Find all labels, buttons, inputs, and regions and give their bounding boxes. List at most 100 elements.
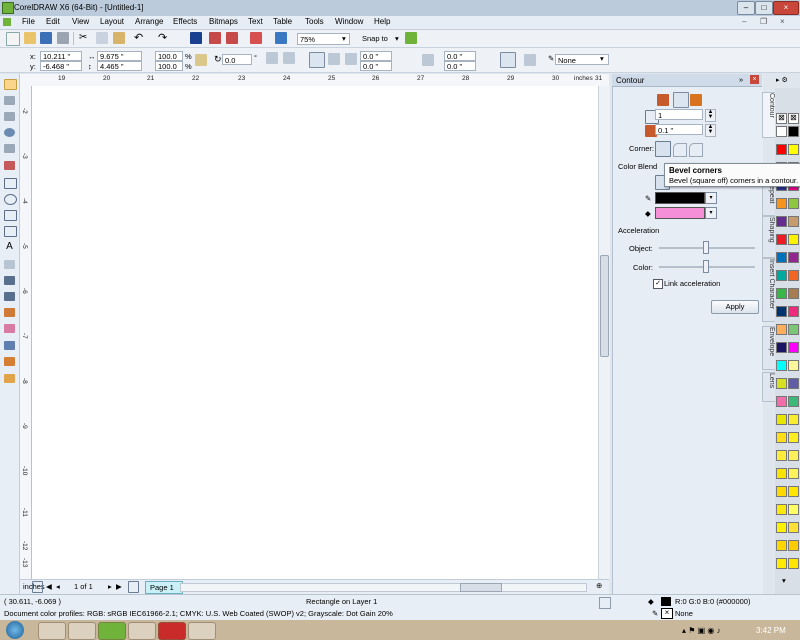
page-tab[interactable]: Page 1 bbox=[145, 581, 183, 594]
contour-steps-field[interactable]: 1 bbox=[655, 109, 703, 120]
vertical-scroll-thumb[interactable] bbox=[600, 255, 609, 357]
palette-swatch[interactable] bbox=[788, 306, 799, 317]
snap-to-dropdown[interactable]: Snap to bbox=[362, 34, 388, 43]
palette-swatch[interactable] bbox=[776, 522, 787, 533]
color-slider-thumb[interactable] bbox=[703, 260, 709, 273]
eyedropper-tool-icon[interactable] bbox=[4, 341, 15, 350]
export-icon[interactable] bbox=[226, 32, 238, 44]
next-page-icon[interactable]: ▸ bbox=[108, 582, 112, 591]
first-page-icon[interactable] bbox=[32, 581, 43, 593]
tab-shaping[interactable]: Shaping bbox=[762, 216, 776, 258]
palette-swatch[interactable] bbox=[788, 270, 799, 281]
menu-restore-icon[interactable]: ❐ bbox=[760, 17, 767, 26]
mirror-horizontal-icon[interactable] bbox=[266, 52, 278, 64]
palette-swatch[interactable] bbox=[776, 396, 787, 407]
scale-y-field[interactable]: 100.0 bbox=[155, 61, 183, 71]
palette-swatch[interactable] bbox=[788, 360, 799, 371]
tab-contour[interactable]: Contour bbox=[762, 92, 776, 138]
green-app-taskbar-icon[interactable] bbox=[188, 622, 216, 640]
outline-tool-icon[interactable] bbox=[4, 357, 15, 366]
inside-contour-icon[interactable] bbox=[673, 92, 689, 108]
palette-swatch[interactable] bbox=[788, 558, 799, 569]
height-field[interactable]: 4.465 " bbox=[97, 61, 142, 71]
y-position-field[interactable]: -6.468 " bbox=[40, 61, 82, 71]
connector-tool-icon[interactable] bbox=[4, 292, 15, 301]
pdf-taskbar-icon[interactable] bbox=[158, 622, 186, 640]
menu-edit[interactable]: Edit bbox=[46, 17, 60, 26]
palette-swatch[interactable] bbox=[776, 504, 787, 515]
palette-swatch[interactable] bbox=[776, 558, 787, 569]
application-launcher-icon[interactable] bbox=[250, 32, 262, 44]
palette-swatch[interactable] bbox=[776, 450, 787, 461]
palette-swatch[interactable] bbox=[776, 432, 787, 443]
menu-effects[interactable]: Effects bbox=[173, 17, 197, 26]
menu-view[interactable]: View bbox=[72, 17, 89, 26]
contour-offset-field[interactable]: 0.1 " bbox=[655, 124, 703, 135]
no-color-swatch[interactable]: ⊠ bbox=[776, 113, 787, 124]
vertical-ruler[interactable]: -2 -3 -4 -5 -6 -7 -8 -9 -10 -11 -12 -13 bbox=[20, 86, 32, 579]
drawing-canvas[interactable] bbox=[32, 86, 598, 579]
object-slider-thumb[interactable] bbox=[703, 241, 709, 254]
palette-swatch[interactable] bbox=[788, 522, 799, 533]
rectangle-tool-icon[interactable] bbox=[4, 178, 17, 189]
menu-table[interactable]: Table bbox=[273, 17, 292, 26]
palette-swatch[interactable] bbox=[776, 486, 787, 497]
table-tool-icon[interactable] bbox=[4, 260, 15, 269]
import-icon[interactable] bbox=[209, 32, 221, 44]
snap-dropdown-icon[interactable]: ▾ bbox=[395, 34, 399, 43]
palette-swatch[interactable] bbox=[776, 360, 787, 371]
palette-swatch[interactable] bbox=[776, 306, 787, 317]
options-icon[interactable] bbox=[405, 32, 417, 44]
docker-close-icon[interactable]: × bbox=[750, 75, 759, 84]
width-field[interactable]: 9.675 " bbox=[97, 51, 142, 61]
menu-text[interactable]: Text bbox=[248, 17, 263, 26]
menu-layout[interactable]: Layout bbox=[100, 17, 124, 26]
palette-swatch[interactable] bbox=[776, 198, 787, 209]
palette-swatch[interactable] bbox=[788, 450, 799, 461]
coreldraw-taskbar-icon[interactable] bbox=[98, 622, 126, 640]
palette-swatch[interactable] bbox=[776, 216, 787, 227]
previous-page-icon[interactable]: ◀ bbox=[46, 582, 52, 591]
steps-spinner[interactable]: ▲ ▼ bbox=[705, 109, 716, 122]
fill-tool-icon[interactable] bbox=[4, 374, 15, 383]
palette-swatch[interactable] bbox=[776, 324, 787, 335]
menu-close-icon[interactable]: × bbox=[780, 17, 785, 26]
palette-scroll-down-icon[interactable]: ▾ bbox=[782, 576, 786, 585]
freehand-tool-icon[interactable] bbox=[4, 144, 15, 153]
mirror-vertical-icon[interactable] bbox=[283, 52, 295, 64]
link-acceleration-checkbox[interactable]: ✓ bbox=[653, 279, 663, 289]
ellipse-tool-icon[interactable] bbox=[4, 194, 17, 205]
zoom-dropdown-icon[interactable]: ▾ bbox=[342, 34, 346, 43]
basic-shapes-icon[interactable] bbox=[4, 226, 17, 237]
outline-color-dropdown[interactable]: ▾ bbox=[705, 192, 717, 204]
palette-swatch[interactable] bbox=[788, 324, 799, 335]
palette-swatch[interactable] bbox=[776, 414, 787, 425]
last-page-icon[interactable]: ▶ bbox=[116, 582, 122, 591]
palette-swatch[interactable] bbox=[788, 144, 799, 155]
palette-swatch[interactable] bbox=[788, 126, 799, 137]
docker-collapse-icon[interactable]: » bbox=[739, 75, 743, 84]
add-page-icon[interactable] bbox=[128, 581, 139, 593]
palette-swatch[interactable] bbox=[788, 504, 799, 515]
prev-arrow-icon[interactable]: ◂ bbox=[56, 582, 60, 591]
corner-radius-top-right[interactable]: 0.0 " bbox=[444, 51, 476, 61]
menu-minimize-icon[interactable]: – bbox=[742, 17, 746, 26]
outline-status-swatch[interactable]: × bbox=[661, 608, 673, 619]
clock[interactable]: 3:42 PM bbox=[756, 626, 786, 635]
rotation-field[interactable]: 0.0 bbox=[222, 54, 252, 65]
palette-swatch[interactable] bbox=[776, 378, 787, 389]
palette-swatch[interactable] bbox=[788, 378, 799, 389]
start-button[interactable] bbox=[6, 621, 24, 639]
maximize-button[interactable]: □ bbox=[755, 1, 773, 15]
system-tray-icons[interactable]: ▴ ⚑ ▣ ◉ ♪ bbox=[682, 626, 721, 635]
close-button[interactable]: × bbox=[773, 1, 799, 15]
offset-spinner[interactable]: ▲ ▼ bbox=[705, 124, 716, 137]
outline-dropdown-icon[interactable]: ▾ bbox=[600, 54, 604, 63]
new-document-icon[interactable] bbox=[6, 32, 20, 46]
print-icon[interactable] bbox=[57, 32, 69, 44]
palette-swatch[interactable] bbox=[788, 216, 799, 227]
outside-contour-icon[interactable] bbox=[690, 94, 702, 106]
save-icon[interactable] bbox=[40, 32, 52, 44]
palette-swatch[interactable] bbox=[788, 198, 799, 209]
app-taskbar-icon[interactable] bbox=[68, 622, 96, 640]
